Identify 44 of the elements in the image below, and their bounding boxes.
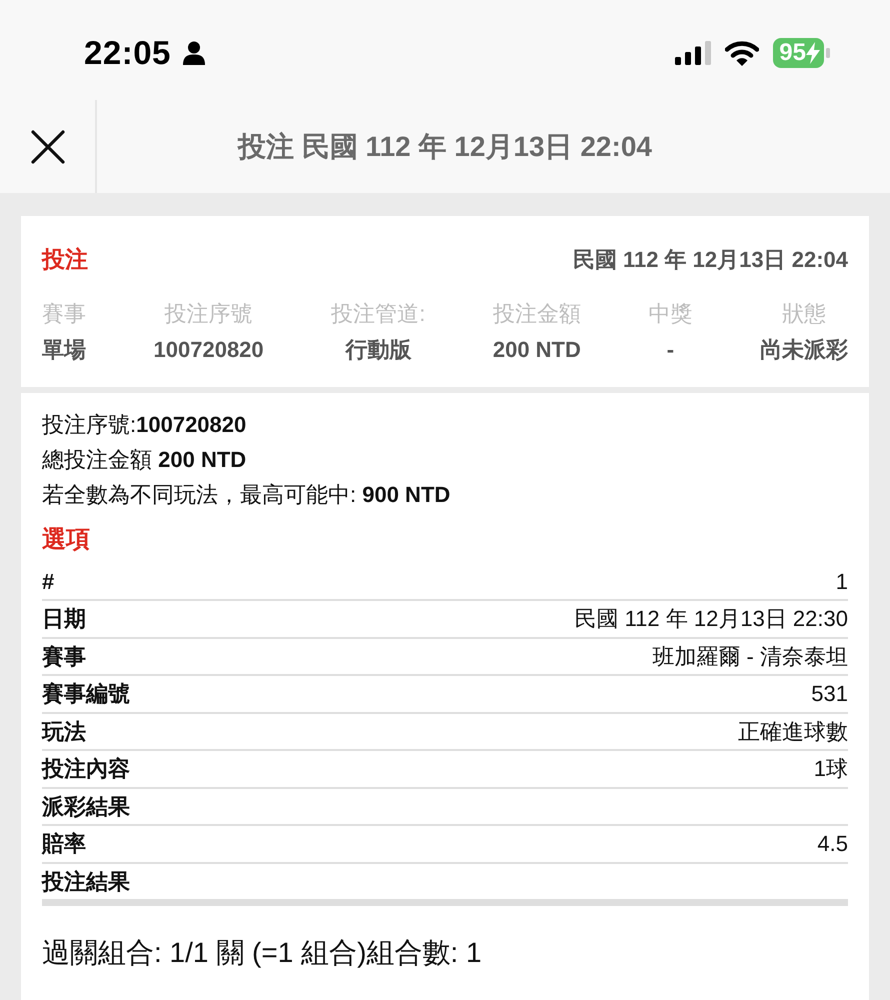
row-value: 班加羅爾 - 清奈泰坦 [652, 642, 848, 671]
column-value: 尚未派彩 [760, 336, 848, 364]
page-title: 投注 民國 112 年 12月13日 22:04 [236, 130, 653, 164]
clock-time: 22:05 [84, 33, 171, 74]
row-value: 正確進球數 [738, 718, 848, 746]
row-value: 1 [836, 568, 848, 596]
close-icon [30, 130, 64, 164]
column-label: 投注序號 [164, 300, 253, 328]
detail-text: 總投注金額 200 NTD [42, 446, 248, 474]
column-label: 賽事 [42, 300, 86, 328]
column-value: 行動版 [345, 336, 412, 364]
row-value: 1球 [814, 755, 848, 784]
bolt-icon [806, 42, 820, 64]
row-label: 投注內容 [42, 755, 130, 784]
column-label: 中獎 [648, 300, 692, 328]
row-label: 日期 [42, 605, 86, 634]
detail-text: 若全數為不同玩法，最高可能中: 900 NTD [42, 480, 452, 508]
column-value: 200 NTD [492, 336, 581, 364]
column-value: 單場 [42, 336, 86, 364]
row-label: 派彩結果 [42, 792, 130, 821]
person-icon [182, 41, 205, 65]
row-value: 4.5 [817, 830, 848, 858]
parlay-summary: 過關組合: 1/1 關 (=1 組合)組合數: 1 [42, 936, 483, 970]
row-label: 賽事 [42, 642, 86, 671]
column-label: 投注金額 [492, 300, 581, 328]
column-label: 狀態 [782, 300, 826, 328]
column-value: - [666, 336, 674, 364]
row-value: 531 [811, 680, 848, 708]
bet-heading: 投注 [42, 245, 88, 274]
signal-icon [675, 41, 712, 65]
detail-text: 投注序號:100720820 [42, 410, 248, 438]
row-label: # [42, 568, 54, 596]
battery-tip-icon [826, 48, 830, 58]
battery-percent: 95 [779, 41, 806, 65]
row-label: 賠率 [42, 830, 86, 858]
column-value: 100720820 [154, 336, 264, 364]
row-label: 投注結果 [42, 868, 130, 896]
wifi-icon [725, 40, 760, 66]
row-value: 民國 112 年 12月13日 22:30 [574, 605, 848, 634]
row-label: 玩法 [42, 718, 86, 746]
column-label: 投注管道: [331, 300, 426, 328]
bet-date: 民國 112 年 12月13日 22:04 [572, 246, 848, 274]
section-heading: 選項 [42, 524, 91, 554]
row-label: 賽事編號 [42, 680, 130, 708]
